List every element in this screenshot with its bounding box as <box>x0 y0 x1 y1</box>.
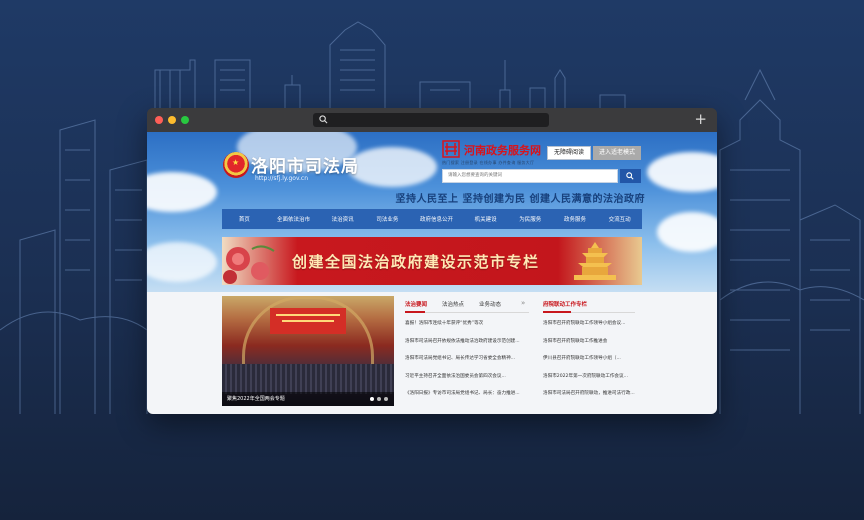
tab-law-hotspot[interactable]: 法治热点 <box>442 300 464 312</box>
banner-text: 创建全国法治政府建设示范市专栏 <box>292 253 540 271</box>
list-item[interactable]: 洛阳市召开府院联动工作领导小组会议... <box>543 320 635 338</box>
site-url: http://sfj.ly.gov.cn <box>255 175 309 182</box>
main-nav: 首页 全面依法治市 法治资讯 司法业务 政府信息公开 机关建设 为民服务 政务服… <box>222 209 642 229</box>
maximize-window-button[interactable] <box>181 116 189 124</box>
more-chevron-icon[interactable]: » <box>521 299 525 307</box>
accessible-reading-button[interactable]: 无障碍阅读 <box>547 146 591 160</box>
search-icon <box>626 172 634 180</box>
nav-item-home[interactable]: 首页 <box>222 215 267 223</box>
address-bar[interactable] <box>313 113 549 127</box>
news-list: 喜报！洛阳市连续十年获评“优秀”等次 洛阳市司法局召开依规依法推动法治政府建设示… <box>405 320 529 408</box>
gov-service-links[interactable]: 热门搜索 注册登录 在线办事 办件查询 服务大厅 <box>442 160 534 166</box>
gov-service-name[interactable]: 河南政务服务网 <box>464 142 541 158</box>
list-item[interactable]: 伊川县召开府院联动工作领导小组（... <box>543 355 635 373</box>
site-search-button[interactable] <box>620 169 641 183</box>
nav-item-rule-of-law[interactable]: 全面依法治市 <box>267 215 321 223</box>
nav-item-interaction[interactable]: 交流互动 <box>597 215 642 223</box>
list-item[interactable]: 洛阳市2022年第一次府院联动工作会议... <box>543 373 635 391</box>
minimize-window-button[interactable] <box>168 116 176 124</box>
web-page: ★ 洛阳市司法局 http://sfj.ly.gov.cn 河南政务服务网 热门… <box>147 132 717 414</box>
carousel-dot[interactable] <box>384 397 388 401</box>
tab-business-updates[interactable]: 业务动态 <box>479 300 501 312</box>
list-item[interactable]: 洛阳市司法局召开府院联动，推进司法行政... <box>543 390 635 408</box>
list-item[interactable]: 洛阳市召开府院联动工作推进会 <box>543 338 635 356</box>
nav-item-gov-service[interactable]: 政务服务 <box>553 215 598 223</box>
site-title[interactable]: 洛阳市司法局 <box>251 152 359 177</box>
demo-city-banner[interactable]: 创建全国法治政府建设示范市专栏 <box>222 237 642 285</box>
henan-gov-logo-icon <box>442 140 460 158</box>
browser-window: + ★ 洛阳市司法局 http://sfj.ly.gov.cn 河南政务服务网 … <box>147 108 717 414</box>
carousel-dot[interactable] <box>370 397 374 401</box>
close-window-button[interactable] <box>155 116 163 124</box>
list-item[interactable]: 喜报！洛阳市连续十年获评“优秀”等次 <box>405 320 529 338</box>
feature-photo-carousel[interactable]: 聚焦2022年全国两会专题 <box>222 296 394 406</box>
court-linkage-list: 洛阳市召开府院联动工作领导小组会议... 洛阳市召开府院联动工作推进会 伊川县召… <box>543 320 635 408</box>
nav-item-public-service[interactable]: 为民服务 <box>508 215 553 223</box>
nav-item-gov-info[interactable]: 政府信息公开 <box>410 215 464 223</box>
slogan: 坚持人民至上 坚持创建为民 创建人民满意的法治政府 <box>395 194 645 205</box>
list-item[interactable]: 习近平主持召开全面依法治国委员会第四次会议... <box>405 373 529 391</box>
list-item[interactable]: 洛阳市司法局党组书记、局长传达学习省委全会精神... <box>405 355 529 373</box>
col2-underline <box>543 311 635 313</box>
nav-item-judicial-business[interactable]: 司法业务 <box>365 215 410 223</box>
court-emblem-logo: ★ <box>223 152 249 178</box>
elder-mode-button[interactable]: 进入适老模式 <box>593 146 641 160</box>
court-linkage-title[interactable]: 府院联动工作专栏 <box>543 300 587 308</box>
tab-underline <box>405 311 529 313</box>
browser-toolbar: + <box>147 108 717 132</box>
site-search-input[interactable]: 请输入您想要查询的关键词 <box>442 169 618 183</box>
plus-icon[interactable]: + <box>694 110 707 128</box>
list-item[interactable]: 洛阳市司法局召开依规依法推动法治政府建设示范创建... <box>405 338 529 356</box>
nav-item-news[interactable]: 法治资讯 <box>320 215 365 223</box>
pagoda-tower-icon <box>574 242 616 280</box>
peony-flowers-decoration <box>223 245 275 284</box>
photo-caption[interactable]: 聚焦2022年全国两会专题 <box>222 392 394 406</box>
list-item[interactable]: 《洛阳日报》专访市司法局党组书记、局长：奋力推进... <box>405 390 529 408</box>
carousel-dot[interactable] <box>377 397 381 401</box>
carousel-pager <box>370 397 388 401</box>
nav-item-organ-building[interactable]: 机关建设 <box>463 215 508 223</box>
search-icon <box>319 115 328 124</box>
